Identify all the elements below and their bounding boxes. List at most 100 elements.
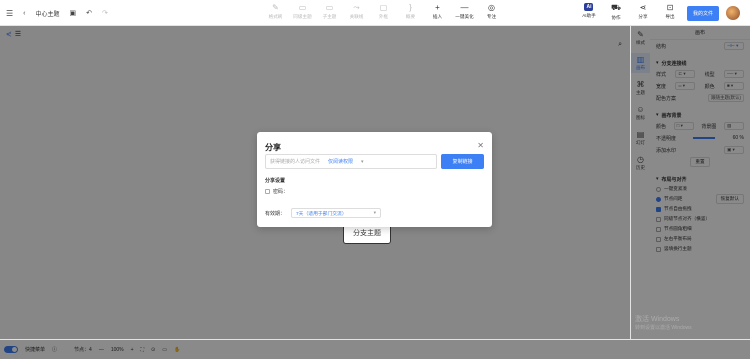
opacity-slider[interactable]	[693, 137, 716, 139]
spacing-radio[interactable]	[656, 196, 661, 202]
branch-section-header[interactable]: ▾ 分支连接线	[656, 58, 744, 68]
option-checkbox[interactable]	[656, 236, 661, 242]
reset-button[interactable]: 重置	[690, 157, 710, 167]
side-tab-theme[interactable]: ⌘ 主题	[631, 78, 651, 98]
brush-icon: ✎	[272, 3, 279, 12]
option-checkbox[interactable]	[656, 246, 661, 252]
tool-relation-line[interactable]: ⤳ 关联线	[343, 3, 370, 20]
collaborate-icon: ⛟	[610, 3, 622, 12]
watermark-select[interactable]: ▣ ▾	[724, 146, 744, 154]
branch-section-title: 分支连接线	[661, 60, 687, 67]
redo-icon[interactable]: ↷	[102, 9, 108, 17]
export-icon: ⊡	[666, 3, 674, 12]
layout-option[interactable]: 同级节点对齐（横竖）	[656, 214, 744, 224]
compact-label: 一键变紧凑	[664, 186, 687, 191]
tool-boundary[interactable]: ▢ 外框	[370, 3, 397, 20]
theme-icon: ⌘	[636, 80, 645, 89]
document-title[interactable]: 中心主题	[36, 9, 60, 18]
side-tab-history[interactable]: ◷ 历史	[631, 153, 651, 173]
outline-toggle[interactable]: ⋞ ☰	[6, 30, 21, 38]
side-tab-slides[interactable]: ▤ 幻灯	[631, 128, 651, 148]
tool-label: 分享	[638, 14, 648, 19]
tool-label: 专注	[486, 14, 497, 19]
restore-default-button[interactable]: 恢复默认	[715, 194, 744, 204]
help-icon[interactable]: ⓘ	[52, 346, 57, 353]
quick-menu-toggle[interactable]	[4, 346, 18, 353]
option-checkbox[interactable]	[656, 206, 661, 212]
avatar[interactable]	[726, 6, 740, 20]
zoom-level[interactable]: 100%	[111, 347, 124, 353]
tool-child-topic[interactable]: ▭ 子主题	[316, 3, 343, 20]
tool-label: 插入	[432, 14, 443, 19]
presentation-icon[interactable]: ▭	[162, 347, 167, 353]
tool-brush[interactable]: ✎ 格式刷	[262, 3, 289, 20]
tool-sibling-topic[interactable]: ▭ 同级主题	[289, 3, 316, 20]
opacity-value[interactable]: 60	[733, 135, 739, 141]
watermark-line1: 激活 Windows	[635, 316, 680, 323]
layout-option[interactable]: 竖填换行主题	[656, 244, 744, 254]
validity-value: 7天（适用于部门交流）	[296, 211, 347, 217]
tool-label: 概要	[405, 14, 416, 19]
collapse-icon: ▾	[656, 112, 659, 118]
width-label: 宽度	[656, 83, 667, 90]
chevron-down-icon: ▾	[373, 210, 377, 216]
ai-assistant-button[interactable]: Ai AI助手	[579, 3, 599, 19]
layout-option[interactable]: 节点圆角粗细	[656, 224, 744, 234]
line-type-select[interactable]: ── ▾	[723, 70, 744, 78]
layout-option[interactable]: 节点自由拖拽	[656, 204, 744, 214]
copy-link-button[interactable]: 复制链接	[441, 154, 484, 169]
back-arrow-icon[interactable]: ‹	[23, 10, 25, 17]
branch-color-select[interactable]: ■ ▾	[723, 82, 744, 90]
tool-beautify[interactable]: — 一键美化	[451, 3, 478, 20]
tool-label: 关联线	[349, 14, 364, 19]
validity-select[interactable]: 7天（适用于部门交流） ▾	[291, 208, 382, 218]
password-checkbox[interactable]	[265, 189, 270, 194]
zoom-in-icon[interactable]: +	[131, 347, 134, 353]
collaborate-button[interactable]: ⛟ 协作	[606, 3, 626, 21]
option-checkbox[interactable]	[656, 226, 661, 232]
layout-section-header[interactable]: ▾ 布局与对齐	[656, 174, 744, 184]
bg-image-button[interactable]: ▨	[724, 122, 744, 130]
locate-icon[interactable]: ⊙	[151, 347, 155, 353]
tool-insert[interactable]: + 插入	[424, 3, 451, 20]
menu-icon[interactable]: ☰	[6, 9, 13, 18]
branch-style-select[interactable]: ⊏ ▾	[675, 70, 696, 78]
zoom-out-icon[interactable]: —	[99, 347, 104, 353]
layout-option[interactable]: 左右平衡布局	[656, 234, 744, 244]
share-button[interactable]: ⋖ 分享	[633, 3, 653, 21]
search-icon[interactable]: ⌕	[618, 41, 622, 49]
width-select[interactable]: ═ ▾	[675, 82, 696, 90]
save-icon[interactable]: ▣	[70, 9, 77, 17]
summary-icon: }	[409, 3, 412, 12]
color-scheme-select[interactable]: 跟随主题(默认)	[708, 94, 744, 102]
sibling-topic-icon: ▭	[298, 3, 307, 12]
chevron-down-icon: ▾	[361, 158, 364, 165]
side-tab-label: 历史	[636, 165, 645, 170]
tool-summary[interactable]: } 概要	[397, 3, 424, 20]
fit-screen-icon[interactable]: ⛶	[141, 347, 145, 353]
line-type-label: 线型	[704, 71, 715, 78]
compact-radio[interactable]	[656, 186, 661, 192]
option-checkbox[interactable]	[656, 216, 661, 222]
my-files-button[interactable]: 我的文件	[686, 6, 719, 21]
tool-focus[interactable]: ◎ 专注	[478, 3, 505, 20]
undo-icon[interactable]: ↶	[86, 9, 92, 17]
child-topic-icon: ▭	[325, 3, 334, 12]
permission-select[interactable]: 仅阅读权限	[328, 158, 353, 165]
side-tab-emoji[interactable]: ☺ 图标	[631, 103, 651, 123]
close-icon[interactable]: ✕	[477, 141, 484, 150]
export-button[interactable]: ⊡ 导出	[660, 3, 680, 21]
structure-select[interactable]: ⊣⊢ ▾	[724, 42, 744, 50]
tool-label: 协作	[611, 15, 621, 20]
background-section-header[interactable]: ▾ 画布背景	[656, 110, 744, 120]
node-count: 节点：4	[74, 347, 92, 353]
side-tabs: ✎ 样式 ▥ 画布 ⌘ 主题 ☺ 图标 ▤ 幻灯 ◷ 历史	[630, 26, 651, 339]
hand-icon[interactable]: ✋	[174, 347, 180, 353]
bg-color-select[interactable]: □ ▾	[673, 122, 694, 130]
share-link-field[interactable]: 获得链接的人访问文件 仅阅读权限 ▾	[265, 154, 437, 169]
emoji-icon: ☺	[636, 105, 645, 114]
side-tab-canvas[interactable]: ▥ 画布	[630, 53, 651, 73]
focus-icon: ◎	[488, 3, 495, 12]
side-tab-style[interactable]: ✎ 样式	[631, 28, 651, 48]
password-label: 密码：	[273, 189, 289, 195]
